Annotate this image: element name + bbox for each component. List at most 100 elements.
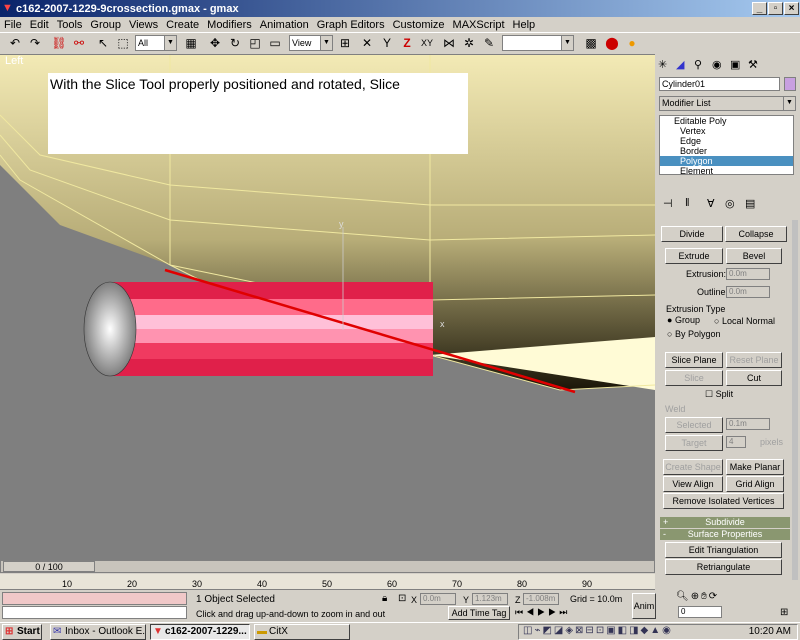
menu-tools[interactable]: Tools [57,19,83,31]
add-time-tag-button[interactable]: Add Time Tag [448,606,510,620]
restrict-xy-icon[interactable]: XY [418,35,436,52]
subdivide-rollout[interactable]: + Subdivide [660,517,790,528]
menu-graph-editors[interactable]: Graph Editors [317,19,385,31]
modifier-list-dropdown[interactable]: Modifier List ▼ [659,96,796,111]
make-planar-button[interactable]: Make Planar [726,459,784,475]
divide-button[interactable]: Divide [661,226,723,242]
ref-coord-dropdown[interactable]: View ▼ [289,35,333,51]
motion-tab-icon[interactable]: ◉ [712,58,722,71]
hierarchy-tab-icon[interactable]: ⚲ [694,58,702,71]
region-select-icon[interactable]: ⬚ [114,35,132,52]
tray-icons[interactable]: ◫⌁◩◪◈⊠⊟⊡▣◧◨◆▲◉ [523,625,673,636]
object-name-field[interactable]: Cylinder01 [659,77,780,91]
redo-icon[interactable]: ↷ [26,35,44,52]
minimize-button[interactable]: _ [752,2,767,15]
named-selection-dropdown[interactable]: ▼ [502,35,574,51]
bevel-button[interactable]: Bevel [726,248,782,264]
rotate-icon[interactable]: ↻ [226,35,244,52]
extrude-button[interactable]: Extrude [665,248,723,264]
close-button[interactable]: × [784,2,799,15]
y-coord-field[interactable]: 1.123m [472,593,508,605]
app-icon[interactable]: ▼ [2,2,14,14]
menu-create[interactable]: Create [166,19,199,31]
slice-plane-button[interactable]: Slice Plane [665,352,723,368]
local-normal-radio[interactable]: ○ Local Normal [714,316,775,326]
by-polygon-radio[interactable]: ○ By Polygon [667,329,720,339]
split-checkbox[interactable]: ☐ Split [705,389,733,400]
utilities-tab-icon[interactable]: ⚒ [748,58,758,71]
make-unique-icon[interactable]: ∀ [707,197,715,210]
quick-render-icon[interactable]: ● [623,35,641,52]
task-citx[interactable]: ▬ CitX [254,624,350,640]
track-bar[interactable]: 10 20 30 40 50 60 70 80 90 [0,574,655,590]
menu-edit[interactable]: Edit [30,19,49,31]
named-sel-icon[interactable]: ✎ [480,35,498,52]
stack-item-polygon[interactable]: Polygon [660,156,793,166]
command-panel-scrollbar[interactable] [792,220,798,580]
unlink-icon[interactable]: ⚯ [70,35,88,52]
maxscript-listener-white[interactable] [2,606,187,619]
menu-help[interactable]: Help [513,19,536,31]
z-coord-field[interactable]: -1.008m [523,593,559,605]
undo-icon[interactable]: ↶ [6,35,24,52]
material-editor-icon[interactable]: ▩ [582,35,600,52]
menu-file[interactable]: File [4,19,22,31]
restrict-y-icon[interactable]: Y [378,35,396,52]
snap-icon[interactable]: ▭ [266,35,284,52]
next-frame-icon[interactable]: ▶ [548,607,559,617]
task-outlook[interactable]: ✉ Inbox - Outlook E... [50,624,146,640]
absolute-mode-icon[interactable]: ⊡ [398,593,406,604]
x-coord-field[interactable]: 0.0m [420,593,456,605]
zoom-all-icon[interactable]: ⊕ [691,591,701,602]
grid-align-button[interactable]: Grid Align [726,476,784,492]
current-frame-field[interactable]: 0 [678,606,722,618]
maxscript-listener-pink[interactable] [2,592,187,605]
show-end-result-icon[interactable]: ‖ [685,197,690,209]
move-icon[interactable]: ✥ [206,35,224,52]
remove-isolated-vertices-button[interactable]: Remove Isolated Vertices [663,493,784,509]
prev-frame-icon[interactable]: ◀ [526,607,537,617]
start-button[interactable]: ⊞ Start [2,624,42,640]
align-icon[interactable]: ✲ [460,35,478,52]
menu-views[interactable]: Views [129,19,158,31]
stack-item-vertex[interactable]: Vertex [660,126,793,136]
first-frame-icon[interactable]: ⏮ [515,607,526,617]
stack-item-editable-poly[interactable]: Editable Poly [660,116,793,126]
play-icon[interactable]: ▶ [537,607,548,617]
retriangulate-button[interactable]: Retriangulate [665,559,782,575]
lock-selection-icon[interactable]: 🔒︎ [382,593,387,604]
create-tab-icon[interactable]: ✳ [658,58,667,71]
mirror-icon[interactable]: ⋈ [440,35,458,52]
task-gmax[interactable]: ▼ c162-2007-1229... [150,624,250,640]
configure-sets-icon[interactable]: ▤ [745,197,755,210]
anim-button[interactable]: Anim [632,593,656,619]
restrict-z-icon[interactable]: Z [398,35,416,52]
time-slider-thumb[interactable]: 0 / 100 [3,561,95,572]
orbit-icon[interactable]: ⟳ [709,591,719,602]
modify-tab-icon[interactable]: ◢ [676,58,684,71]
pin-stack-icon[interactable]: ⊣ [663,197,673,210]
extrusion-spinner[interactable]: 0.0m [726,268,770,280]
zoom-icon[interactable]: 🔍︎ [676,591,691,602]
stack-item-element[interactable]: Element [660,166,793,176]
cut-button[interactable]: Cut [726,370,782,386]
select-icon[interactable]: ↖ [94,35,112,52]
restrict-x-icon[interactable]: ✕ [358,35,376,52]
menu-group[interactable]: Group [90,19,121,31]
link-icon[interactable]: ⛓ [50,35,68,52]
menu-animation[interactable]: Animation [260,19,309,31]
object-color-swatch[interactable] [784,77,796,91]
view-align-button[interactable]: View Align [663,476,723,492]
pan-icon[interactable]: ✋︎ [701,591,709,602]
menu-modifiers[interactable]: Modifiers [207,19,252,31]
selection-filter-dropdown[interactable]: All ▼ [135,35,177,51]
time-slider[interactable]: 0 / 100 [0,560,655,573]
remove-modifier-icon[interactable]: ◎ [725,197,735,210]
edit-triangulation-button[interactable]: Edit Triangulation [665,542,782,558]
pivot-icon[interactable]: ⊞ [336,35,354,52]
render-icon[interactable]: ⬤ [603,35,621,52]
outline-spinner[interactable]: 0.0m [726,286,770,298]
modifier-stack[interactable]: Editable Poly Vertex Edge Border Polygon… [659,115,794,176]
display-tab-icon[interactable]: ▣ [730,58,740,71]
restore-button[interactable]: ▫ [768,2,783,15]
